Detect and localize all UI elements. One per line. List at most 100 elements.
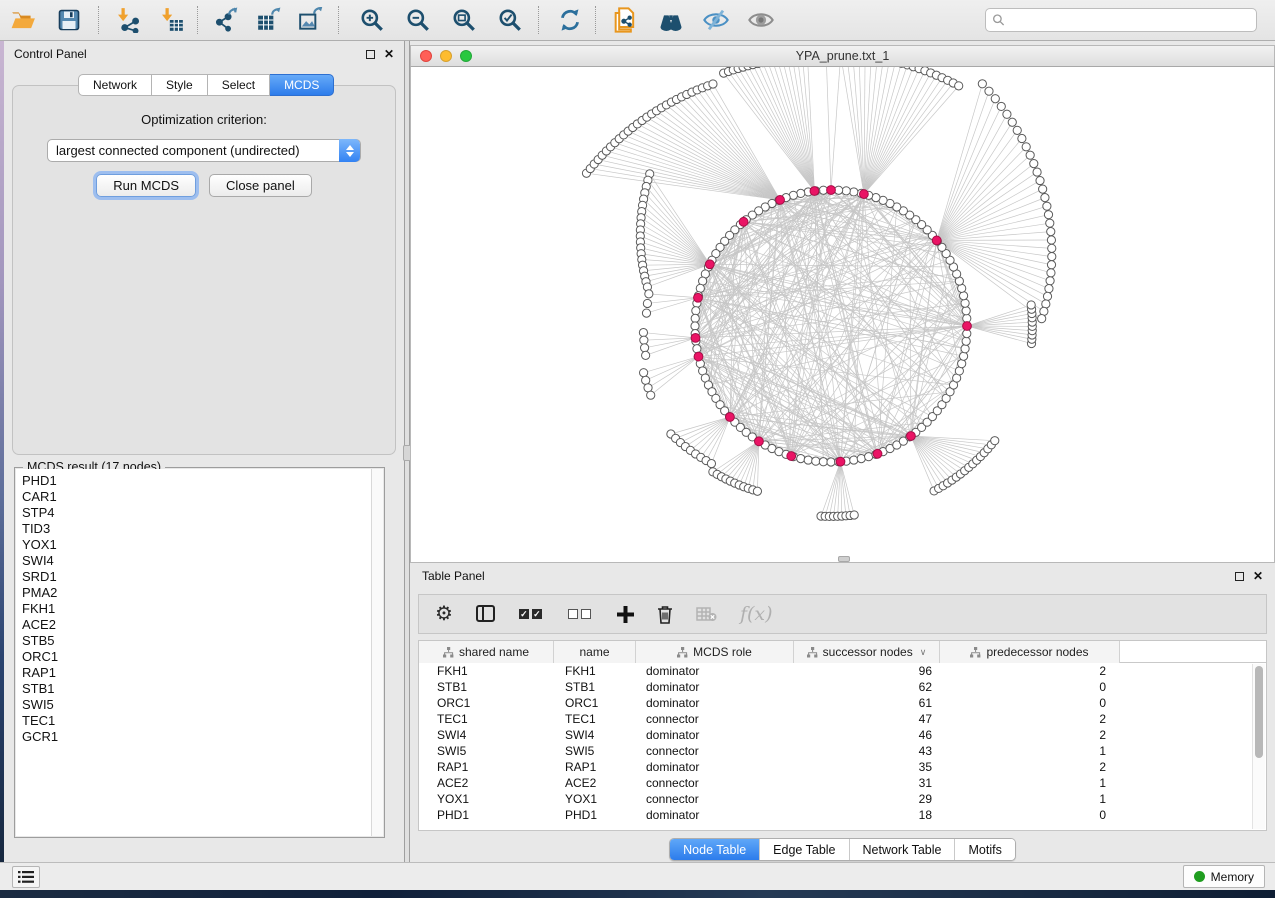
column-header-name[interactable]: name bbox=[554, 641, 636, 663]
table-cell[interactable]: SWI4 bbox=[554, 727, 636, 743]
table-cell[interactable]: connector bbox=[636, 743, 794, 759]
save-session-icon[interactable] bbox=[54, 5, 84, 35]
column-header-successor-nodes[interactable]: successor nodes∨ bbox=[794, 641, 940, 663]
column-visibility-icon[interactable] bbox=[476, 605, 496, 623]
tab-network-table[interactable]: Network Table bbox=[849, 839, 955, 860]
tab-edge-table[interactable]: Edge Table bbox=[759, 839, 848, 860]
export-image-icon[interactable] bbox=[296, 5, 326, 35]
table-cell[interactable]: YOX1 bbox=[419, 791, 554, 807]
mcds-result-item[interactable]: PHD1 bbox=[22, 473, 371, 489]
select-all-icon[interactable]: ✓✓ bbox=[519, 609, 545, 619]
delete-table-icon[interactable] bbox=[696, 606, 717, 622]
mcds-result-item[interactable]: STB5 bbox=[22, 633, 371, 649]
table-cell[interactable]: SWI5 bbox=[419, 743, 554, 759]
table-cell[interactable]: 61 bbox=[794, 695, 940, 711]
search-input[interactable] bbox=[1005, 13, 1250, 27]
mcds-result-item[interactable]: PMA2 bbox=[22, 585, 371, 601]
import-table-icon[interactable] bbox=[157, 5, 187, 35]
tab-network[interactable]: Network bbox=[78, 74, 152, 96]
table-cell[interactable]: ACE2 bbox=[419, 775, 554, 791]
table-row[interactable]: SWI4SWI4dominator462 bbox=[419, 727, 1266, 743]
deselect-all-icon[interactable] bbox=[568, 609, 594, 619]
table-row[interactable]: PHD1PHD1dominator180 bbox=[419, 807, 1266, 823]
search-binoculars-icon[interactable] bbox=[656, 5, 686, 35]
table-cell[interactable]: 0 bbox=[940, 679, 1120, 695]
network-canvas[interactable] bbox=[410, 67, 1275, 563]
tab-style[interactable]: Style bbox=[152, 74, 208, 96]
mcds-result-item[interactable]: STB1 bbox=[22, 681, 371, 697]
run-mcds-button[interactable]: Run MCDS bbox=[96, 174, 196, 197]
tab-motifs[interactable]: Motifs bbox=[954, 839, 1014, 860]
table-cell[interactable]: connector bbox=[636, 791, 794, 807]
mcds-result-item[interactable]: GCR1 bbox=[22, 729, 371, 745]
table-cell[interactable]: 1 bbox=[940, 743, 1120, 759]
zoom-in-icon[interactable] bbox=[357, 5, 387, 35]
table-row[interactable]: ACE2ACE2connector311 bbox=[419, 775, 1266, 791]
table-cell[interactable]: 43 bbox=[794, 743, 940, 759]
search-field[interactable] bbox=[985, 8, 1257, 32]
table-cell[interactable]: dominator bbox=[636, 759, 794, 775]
table-cell[interactable]: connector bbox=[636, 711, 794, 727]
table-row[interactable]: YOX1YOX1connector291 bbox=[419, 791, 1266, 807]
hide-graphics-details-icon[interactable] bbox=[701, 5, 731, 35]
mcds-result-item[interactable]: CAR1 bbox=[22, 489, 371, 505]
table-cell[interactable]: dominator bbox=[636, 727, 794, 743]
table-cell[interactable]: 46 bbox=[794, 727, 940, 743]
close-table-panel-icon[interactable]: ✕ bbox=[1253, 570, 1263, 582]
table-cell[interactable]: dominator bbox=[636, 663, 794, 679]
mcds-result-item[interactable]: STP4 bbox=[22, 505, 371, 521]
table-cell[interactable]: connector bbox=[636, 775, 794, 791]
mcds-result-item[interactable]: ORC1 bbox=[22, 649, 371, 665]
table-cell[interactable]: RAP1 bbox=[554, 759, 636, 775]
export-table-icon[interactable] bbox=[254, 5, 284, 35]
table-cell[interactable]: TEC1 bbox=[554, 711, 636, 727]
table-cell[interactable]: 18 bbox=[794, 807, 940, 823]
table-row[interactable]: SWI5SWI5connector431 bbox=[419, 743, 1266, 759]
table-cell[interactable]: FKH1 bbox=[419, 663, 554, 679]
table-row[interactable]: RAP1RAP1dominator352 bbox=[419, 759, 1266, 775]
mcds-result-item[interactable]: FKH1 bbox=[22, 601, 371, 617]
optimization-criterion-dropdown[interactable]: largest connected component (undirected) bbox=[47, 139, 361, 162]
close-panel-button[interactable]: Close panel bbox=[209, 174, 312, 197]
table-scrollbar[interactable] bbox=[1252, 664, 1265, 829]
table-cell[interactable]: FKH1 bbox=[554, 663, 636, 679]
tab-node-table[interactable]: Node Table bbox=[670, 839, 759, 860]
function-builder-icon[interactable]: f(x) bbox=[740, 603, 773, 625]
zoom-selected-icon[interactable] bbox=[495, 5, 525, 35]
table-cell[interactable]: SWI5 bbox=[554, 743, 636, 759]
sort-indicator-icon[interactable]: ∨ bbox=[920, 647, 927, 658]
zoom-fit-icon[interactable] bbox=[449, 5, 479, 35]
table-cell[interactable]: PHD1 bbox=[419, 807, 554, 823]
table-cell[interactable]: 0 bbox=[940, 695, 1120, 711]
table-cell[interactable]: ACE2 bbox=[554, 775, 636, 791]
table-cell[interactable]: SWI4 bbox=[419, 727, 554, 743]
mcds-result-item[interactable]: ACE2 bbox=[22, 617, 371, 633]
table-cell[interactable]: 0 bbox=[940, 807, 1120, 823]
table-cell[interactable]: STB1 bbox=[419, 679, 554, 695]
mcds-list-scrollbar[interactable] bbox=[371, 469, 383, 836]
table-cell[interactable]: 35 bbox=[794, 759, 940, 775]
clone-network-icon[interactable] bbox=[610, 5, 640, 35]
column-header-MCDS-role[interactable]: MCDS role bbox=[636, 641, 794, 663]
close-panel-icon[interactable]: ✕ bbox=[384, 48, 394, 60]
refresh-icon[interactable] bbox=[555, 5, 585, 35]
table-cell[interactable]: 47 bbox=[794, 711, 940, 727]
table-row[interactable]: ORC1ORC1dominator610 bbox=[419, 695, 1266, 711]
float-table-panel-icon[interactable] bbox=[1235, 572, 1244, 581]
table-cell[interactable]: 62 bbox=[794, 679, 940, 695]
table-row[interactable]: STB1STB1dominator620 bbox=[419, 679, 1266, 695]
table-cell[interactable]: TEC1 bbox=[419, 711, 554, 727]
table-cell[interactable]: STB1 bbox=[554, 679, 636, 695]
table-cell[interactable]: RAP1 bbox=[419, 759, 554, 775]
table-cell[interactable]: 2 bbox=[940, 663, 1120, 679]
import-network-icon[interactable] bbox=[113, 5, 143, 35]
table-cell[interactable]: 31 bbox=[794, 775, 940, 791]
mcds-result-item[interactable]: RAP1 bbox=[22, 665, 371, 681]
export-network-icon[interactable] bbox=[212, 5, 242, 35]
table-cell[interactable]: dominator bbox=[636, 695, 794, 711]
mcds-result-item[interactable]: SWI4 bbox=[22, 553, 371, 569]
table-row[interactable]: FKH1FKH1dominator962 bbox=[419, 663, 1266, 679]
table-cell[interactable]: 1 bbox=[940, 775, 1120, 791]
task-history-button[interactable] bbox=[12, 866, 40, 888]
float-panel-icon[interactable] bbox=[366, 50, 375, 59]
